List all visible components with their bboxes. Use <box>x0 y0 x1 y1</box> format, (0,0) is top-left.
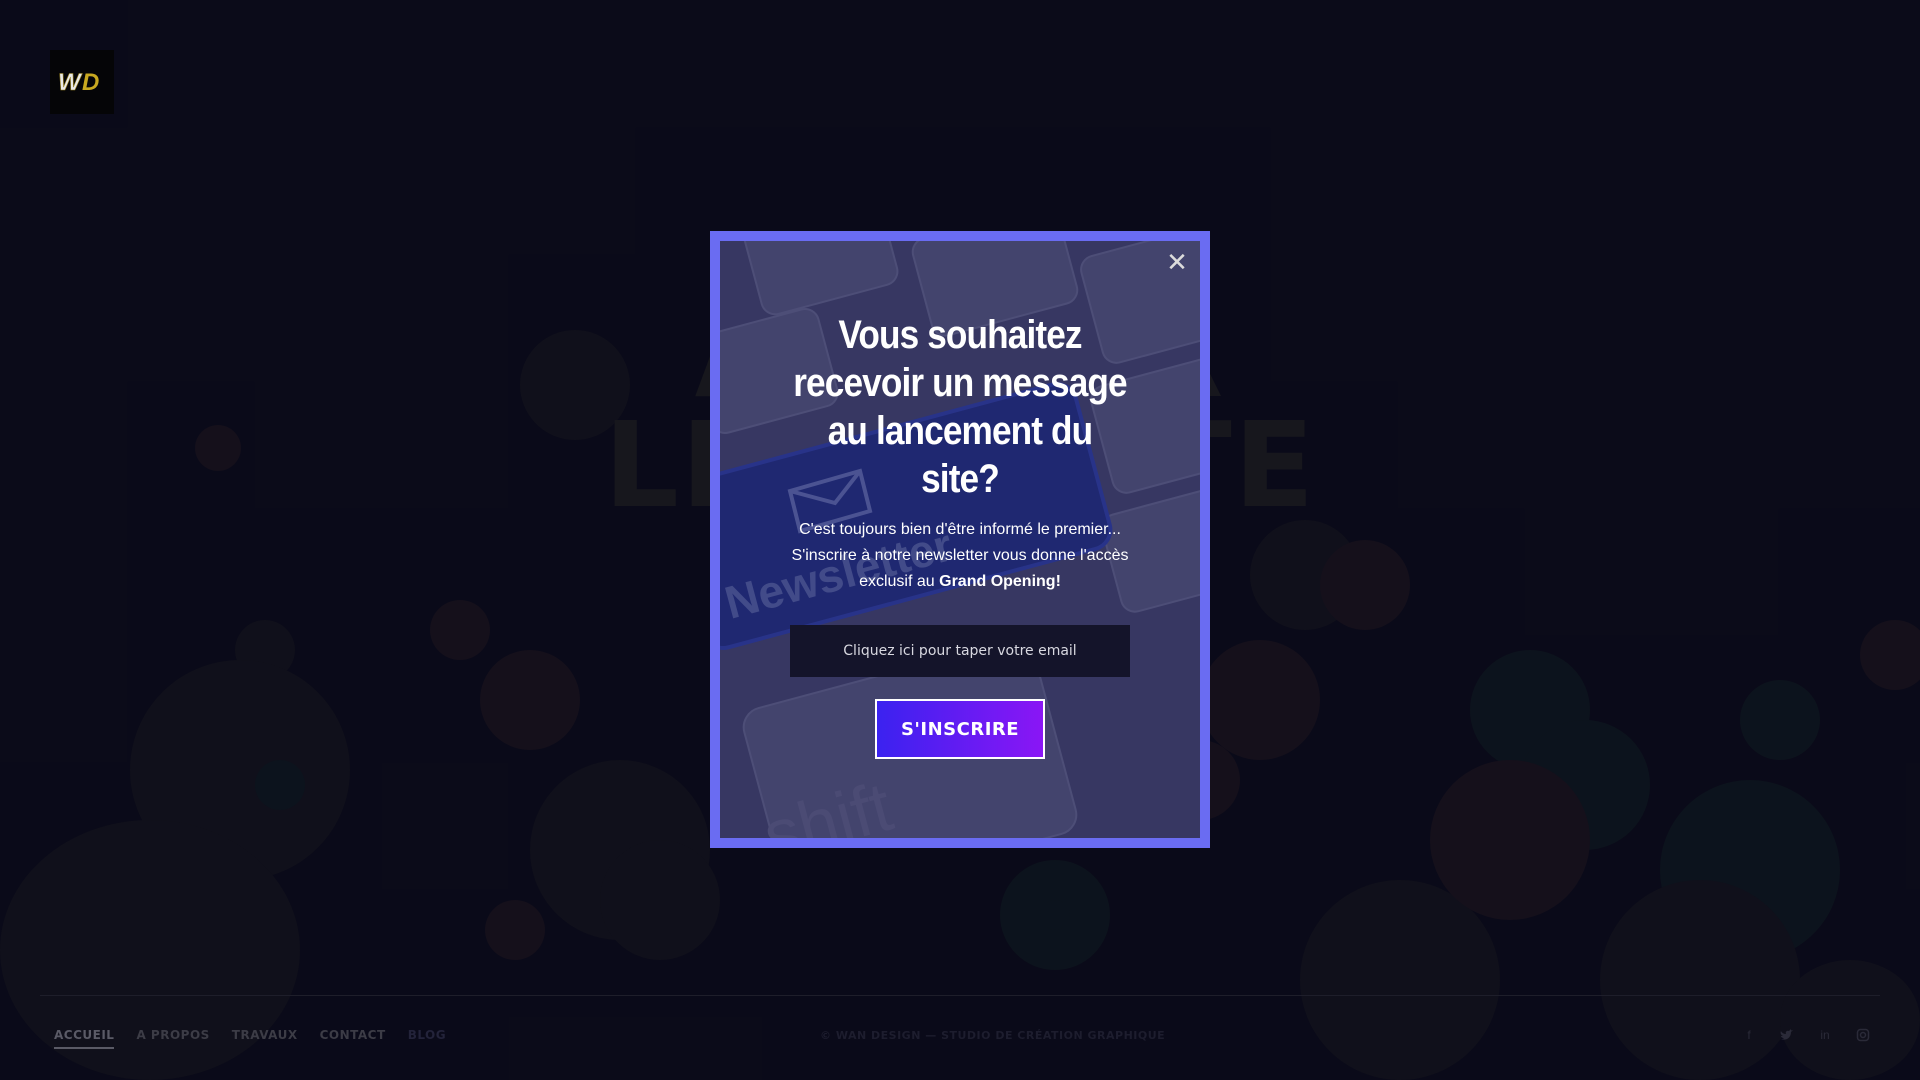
popup-title: Vous souhaitez recevoir un message au la… <box>793 313 1127 501</box>
popup-content: Vous souhaitez recevoir un message au la… <box>720 311 1200 759</box>
nav-item-accueil[interactable]: ACCUEIL <box>54 1028 115 1049</box>
popup-desc-line3: exclusif au Grand Opening! <box>760 569 1160 595</box>
site-logo[interactable]: W D WD <box>50 50 114 114</box>
footer-nav: ACCUEIL A PROPOS TRAVAUX CONTACT BLOG <box>54 1028 446 1049</box>
popup-desc-line1: C'est toujours bien d'être informé le pr… <box>799 521 1121 538</box>
svg-text:D: D <box>82 69 99 96</box>
subscribe-button[interactable]: S'INSCRIRE <box>875 699 1045 759</box>
close-icon[interactable]: ✕ <box>1164 249 1190 275</box>
popup-inner: Newsletter shift ✕ Vous souhaitez recevo… <box>720 241 1200 838</box>
nav-item-blog[interactable]: BLOG <box>408 1028 446 1049</box>
facebook-icon[interactable]: f <box>1742 1028 1756 1042</box>
linkedin-icon[interactable]: in <box>1818 1028 1832 1042</box>
twitter-icon[interactable] <box>1780 1028 1794 1042</box>
social-links: f in <box>1742 1028 1870 1042</box>
svg-text:W: W <box>58 69 83 96</box>
nav-item-contact[interactable]: CONTACT <box>320 1028 386 1049</box>
email-input[interactable] <box>790 625 1130 677</box>
grand-opening-text: Grand Opening! <box>939 573 1061 590</box>
footer-divider <box>40 995 1880 996</box>
nav-item-travaux[interactable]: TRAVAUX <box>232 1028 298 1049</box>
popup-desc-line2: S'inscrire à notre newsletter vous donne… <box>791 547 1129 564</box>
popup-description: C'est toujours bien d'être informé le pr… <box>760 517 1160 595</box>
instagram-icon[interactable] <box>1856 1028 1870 1042</box>
wd-logo-icon: W D <box>58 69 100 96</box>
nav-item-a-propos[interactable]: A PROPOS <box>136 1028 209 1049</box>
newsletter-popup: Newsletter shift ✕ Vous souhaitez recevo… <box>710 231 1210 848</box>
popup-desc-line3-prefix: exclusif au <box>859 573 940 590</box>
footer-copyright: © WAN DESIGN — STUDIO DE CRÉATION GRAPHI… <box>820 1029 1166 1042</box>
